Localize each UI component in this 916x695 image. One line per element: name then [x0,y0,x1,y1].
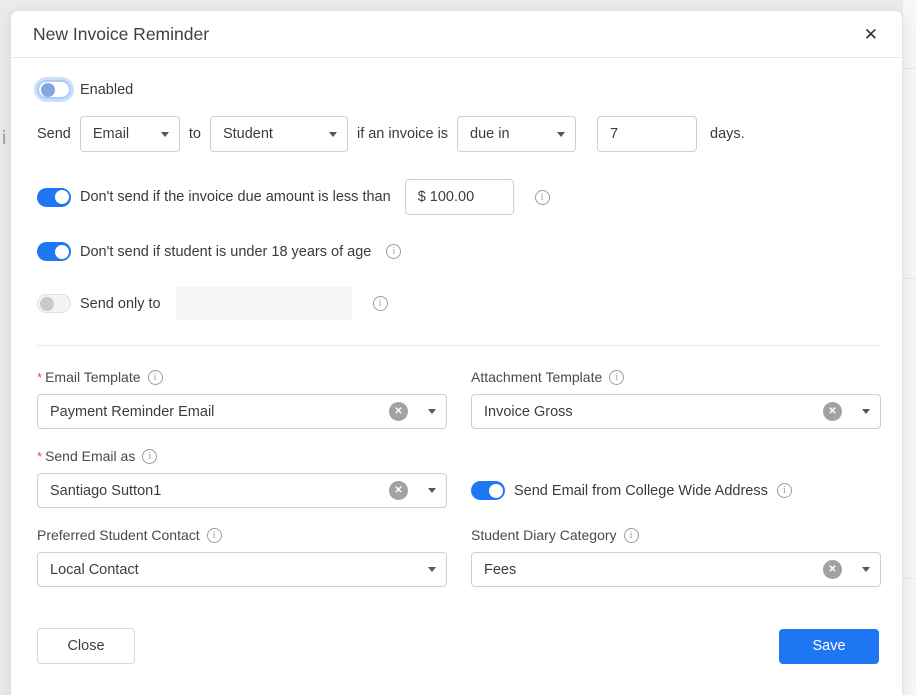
info-icon[interactable]: i [142,449,157,464]
close-icon[interactable]: ✕ [860,24,882,45]
toggle-knob [489,484,503,498]
required-asterisk: * [37,370,42,385]
required-asterisk: * [37,449,42,464]
preferred-contact-select[interactable]: Local Contact [37,552,447,587]
email-template-label-row: * Email Template i [37,368,447,386]
min-amount-label: Don't send if the invoice due amount is … [80,189,391,205]
send-word: Send [37,126,71,142]
info-icon[interactable]: i [535,190,550,205]
email-template-select[interactable]: Payment Reminder Email ✕ [37,394,447,429]
attachment-template-select[interactable]: Invoice Gross ✕ [471,394,881,429]
toggle-knob [55,245,69,259]
due-value: due in [470,126,549,142]
dialog-body: Enabled Send Email to Student if an invo… [11,80,902,664]
section-divider [37,345,879,346]
background-partial-text: i [2,128,6,150]
send-email-as-value: Santiago Sutton1 [50,483,389,499]
email-template-value: Payment Reminder Email [50,404,389,420]
send-only-label: Send only to [80,296,161,312]
due-select[interactable]: due in [457,116,576,152]
send-email-as-field: * Send Email as i Santiago Sutton1 ✕ [37,447,447,508]
email-template-label: Email Template [45,369,140,385]
diary-category-field: Student Diary Category i Fees ✕ [471,526,881,587]
toggle-knob [55,190,69,204]
attachment-template-value: Invoice Gross [484,404,823,420]
under-18-label: Don't send if student is under 18 years … [80,244,371,260]
diary-category-select[interactable]: Fees ✕ [471,552,881,587]
close-button[interactable]: Close [37,628,135,664]
save-button[interactable]: Save [779,629,879,664]
new-invoice-reminder-dialog: New Invoice Reminder ✕ Enabled Send Emai… [10,10,903,695]
channel-select[interactable]: Email [80,116,180,152]
send-email-as-select[interactable]: Santiago Sutton1 ✕ [37,473,447,508]
preferred-contact-value: Local Contact [50,562,420,578]
dialog-footer: Close Save [37,628,879,664]
chevron-down-icon [428,488,436,493]
background-divider [903,278,916,279]
background-divider [903,578,916,579]
under-18-toggle[interactable] [37,242,71,261]
send-email-as-label: Send Email as [45,448,135,464]
diary-category-value: Fees [484,562,823,578]
diary-category-label: Student Diary Category [471,527,617,543]
preferred-contact-label-row: Preferred Student Contact i [37,526,447,544]
to-word: to [189,126,201,142]
recipient-select[interactable]: Student [210,116,348,152]
under-18-row: Don't send if student is under 18 years … [37,242,879,261]
send-only-row: Send only to i [37,287,879,320]
preferred-contact-label: Preferred Student Contact [37,527,200,543]
toggle-knob [41,83,55,97]
send-only-input[interactable] [176,287,352,320]
send-email-as-label-row: * Send Email as i [37,447,447,465]
dialog-title: New Invoice Reminder [33,24,209,45]
college-wide-label: Send Email from College Wide Address [514,483,768,499]
toggle-knob [40,297,54,311]
chevron-down-icon [428,567,436,572]
clear-icon[interactable]: ✕ [823,402,842,421]
min-amount-row: Don't send if the invoice due amount is … [37,179,879,215]
chevron-down-icon [329,132,337,137]
chevron-down-icon [862,567,870,572]
email-template-field: * Email Template i Payment Reminder Emai… [37,368,447,429]
college-wide-row: Send Email from College Wide Address i [471,473,881,508]
chevron-down-icon [862,409,870,414]
condition-words: if an invoice is [357,126,448,142]
enabled-label: Enabled [80,82,133,98]
attachment-template-label: Attachment Template [471,369,602,385]
channel-value: Email [93,126,153,142]
clear-icon[interactable]: ✕ [389,402,408,421]
info-icon[interactable]: i [624,528,639,543]
recipient-value: Student [223,126,321,142]
days-word: days. [710,126,745,142]
send-only-toggle[interactable] [37,294,71,313]
info-icon[interactable]: i [386,244,401,259]
days-input[interactable] [597,116,697,152]
chevron-down-icon [557,132,565,137]
background-divider [903,68,916,69]
preferred-contact-field: Preferred Student Contact i Local Contac… [37,526,447,587]
min-amount-input[interactable] [405,179,514,215]
info-icon[interactable]: i [207,528,222,543]
min-amount-toggle[interactable] [37,188,71,207]
enabled-row: Enabled [37,80,879,99]
clear-icon[interactable]: ✕ [389,481,408,500]
diary-category-label-row: Student Diary Category i [471,526,881,544]
send-sentence-row: Send Email to Student if an invoice is d… [37,116,879,152]
template-fields-grid: * Email Template i Payment Reminder Emai… [37,368,879,587]
dialog-header: New Invoice Reminder ✕ [11,11,902,58]
info-icon[interactable]: i [777,483,792,498]
chevron-down-icon [161,132,169,137]
info-icon[interactable]: i [609,370,624,385]
college-wide-toggle[interactable] [471,481,505,500]
info-icon[interactable]: i [373,296,388,311]
chevron-down-icon [428,409,436,414]
info-icon[interactable]: i [148,370,163,385]
attachment-template-field: Attachment Template i Invoice Gross ✕ [471,368,881,429]
attachment-template-label-row: Attachment Template i [471,368,881,386]
background-panel [903,0,916,695]
clear-icon[interactable]: ✕ [823,560,842,579]
enabled-toggle[interactable] [37,80,71,99]
